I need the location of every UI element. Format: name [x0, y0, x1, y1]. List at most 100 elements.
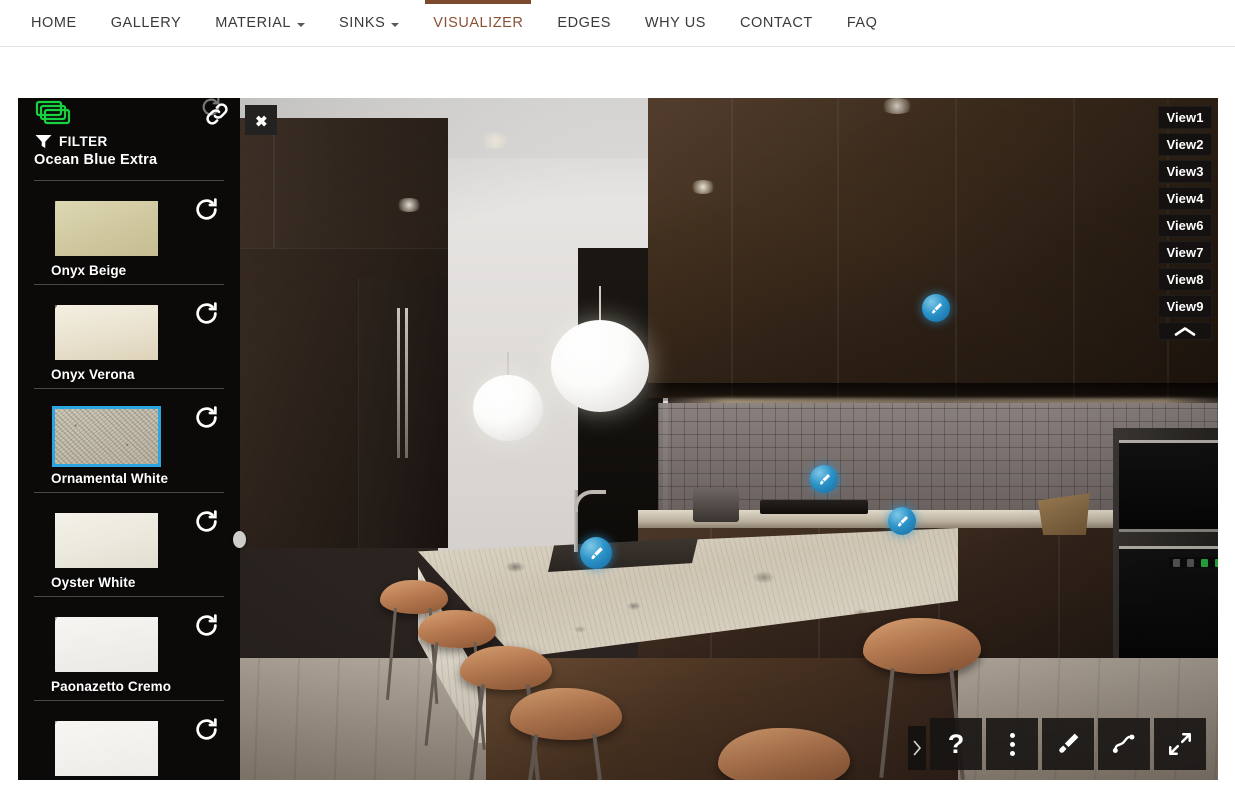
chevron-up-icon: [1174, 326, 1196, 336]
nav-label: FAQ: [846, 15, 878, 31]
wall-ovens: [1113, 428, 1218, 688]
pendant-light-large: [551, 320, 649, 412]
main-navigation: HOME GALLERY MATERIAL SINKS VISUALIZER E…: [0, 0, 1235, 47]
surface-marker-backsplash-left[interactable]: [810, 465, 838, 493]
curve-tool-button[interactable]: [1098, 718, 1150, 770]
nav-item-sinks[interactable]: SINKS: [322, 0, 416, 46]
refresh-icon[interactable]: [194, 509, 219, 539]
material-swatch[interactable]: [55, 305, 158, 360]
surface-marker-upper-cabinet[interactable]: [922, 294, 950, 322]
chevron-down-icon: [391, 22, 400, 27]
view-button-4[interactable]: View4: [1158, 187, 1212, 210]
refresh-icon[interactable]: [194, 405, 219, 435]
view-scroll-up-button[interactable]: [1158, 322, 1212, 340]
material-list: Onyx Beige Onyx Verona Ornamental White …: [18, 158, 240, 780]
nav-item-edges[interactable]: EDGES: [540, 0, 628, 46]
question-mark-icon: ?: [947, 728, 965, 759]
nav-item-why-us[interactable]: WHY US: [628, 0, 723, 46]
nav-item-contact[interactable]: CONTACT: [723, 0, 830, 46]
recessed-light: [880, 98, 914, 114]
funnel-icon: [35, 134, 52, 149]
refresh-icon[interactable]: [194, 301, 219, 331]
coffee-machine: [693, 488, 739, 522]
material-panel-scrollbar-handle[interactable]: [233, 531, 246, 548]
nav-label: VISUALIZER: [433, 15, 524, 31]
more-options-button[interactable]: [986, 718, 1038, 770]
nav-item-faq[interactable]: FAQ: [830, 0, 895, 46]
material-list-item[interactable]: [34, 700, 224, 780]
material-name: Onyx Verona: [51, 367, 135, 382]
view-buttons-panel: View1 View2 View3 View4 View6 View7 View…: [1158, 106, 1212, 340]
view-button-6[interactable]: View6: [1158, 214, 1212, 237]
fridge-handle: [397, 308, 400, 458]
filter-label: FILTER: [59, 134, 108, 149]
material-name: Paonazetto Cremo: [51, 679, 172, 694]
close-icon: [255, 115, 267, 126]
view-button-3[interactable]: View3: [1158, 160, 1212, 183]
link-icon[interactable]: [203, 100, 231, 133]
view-button-8[interactable]: View8: [1158, 268, 1212, 291]
nav-label: CONTACT: [739, 15, 813, 31]
oven-upper: [1119, 440, 1218, 532]
nav-item-material[interactable]: MATERIAL: [198, 0, 322, 46]
surface-marker-backsplash-right[interactable]: [888, 507, 916, 535]
recessed-light: [480, 133, 510, 149]
material-list-item[interactable]: Paonazetto Cremo: [34, 596, 224, 700]
nav-label: MATERIAL: [215, 15, 292, 31]
nav-label: EDGES: [557, 15, 611, 31]
recessed-light: [396, 198, 422, 212]
oven-lower: [1119, 546, 1218, 666]
material-list-item[interactable]: Oyster White: [34, 492, 224, 596]
nav-item-home[interactable]: HOME: [14, 0, 94, 46]
material-swatch[interactable]: [52, 406, 161, 467]
material-swatch[interactable]: [55, 617, 158, 672]
chevron-down-icon: [297, 22, 306, 27]
nav-label: GALLERY: [110, 15, 182, 31]
chevron-right-icon: [913, 740, 921, 756]
close-visualizer-button[interactable]: [245, 105, 277, 135]
upper-cabinets-right: [648, 98, 1218, 398]
nav-item-gallery[interactable]: GALLERY: [94, 0, 198, 46]
pendant-light-small: [473, 375, 543, 441]
visualizer-toolbar: ?: [908, 718, 1206, 770]
current-material-name: Ocean Blue Extra: [34, 152, 158, 168]
material-list-item-selected[interactable]: Ornamental White: [34, 388, 224, 492]
help-button[interactable]: ?: [930, 718, 982, 770]
view-button-1[interactable]: View1: [1158, 106, 1212, 129]
view-button-9[interactable]: View9: [1158, 295, 1212, 318]
three-dots-icon: [1009, 732, 1015, 756]
filter-button[interactable]: FILTER: [35, 134, 108, 149]
material-name: Ornamental White: [51, 471, 169, 486]
surface-marker-island-countertop[interactable]: [580, 537, 612, 569]
nav-item-visualizer[interactable]: VISUALIZER: [416, 0, 540, 46]
material-name: Onyx Beige: [51, 263, 127, 278]
material-swatch[interactable]: [55, 721, 158, 776]
expand-arrows-icon: [1169, 733, 1191, 755]
material-panel[interactable]: FILTER Ocean Blue Extra Onyx Beige Onyx …: [18, 98, 240, 780]
recessed-light: [690, 180, 716, 194]
view-button-7[interactable]: View7: [1158, 241, 1212, 264]
pendant-cord: [599, 286, 601, 322]
material-list-item[interactable]: Onyx Beige: [34, 180, 224, 284]
layers-icon[interactable]: [35, 100, 73, 135]
refrigerator: [358, 278, 448, 548]
material-list-item[interactable]: Onyx Verona: [34, 284, 224, 388]
material-panel-header: FILTER Ocean Blue Extra: [18, 98, 240, 168]
visualizer-canvas[interactable]: FILTER Ocean Blue Extra Onyx Beige Onyx …: [18, 98, 1218, 780]
refresh-icon[interactable]: [194, 197, 219, 227]
material-swatch[interactable]: [55, 513, 158, 568]
nav-label: SINKS: [339, 15, 386, 31]
refresh-icon[interactable]: [194, 613, 219, 643]
nav-label: WHY US: [644, 15, 706, 31]
toolbar-collapse-button[interactable]: [908, 726, 926, 770]
refresh-icon[interactable]: [194, 717, 219, 747]
paint-button[interactable]: [1042, 718, 1094, 770]
fullscreen-button[interactable]: [1154, 718, 1206, 770]
paintbrush-icon: [1059, 733, 1079, 753]
cooktop: [760, 500, 868, 514]
oven-display: [1169, 557, 1218, 568]
fridge-handle: [405, 308, 408, 458]
nav-label: HOME: [31, 15, 77, 31]
material-swatch[interactable]: [55, 201, 158, 256]
view-button-2[interactable]: View2: [1158, 133, 1212, 156]
